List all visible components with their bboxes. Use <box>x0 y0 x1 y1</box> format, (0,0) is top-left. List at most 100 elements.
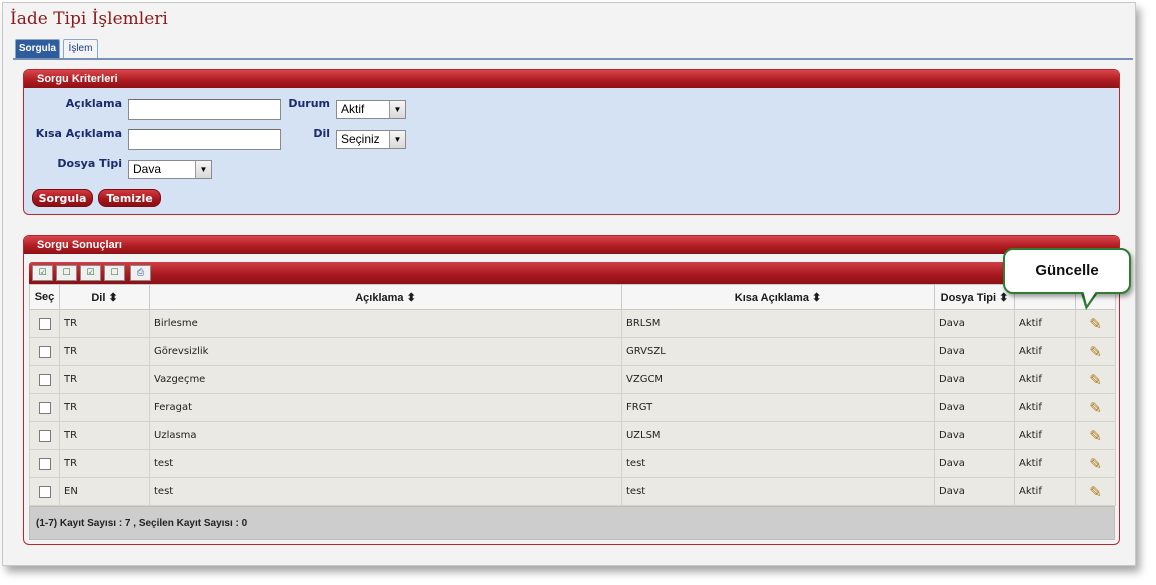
cell-durum: Aktif <box>1014 337 1076 366</box>
col-header-aciklama[interactable]: Açıklama ⬍ <box>149 284 622 310</box>
table-row[interactable]: TR Vazgeçme VZGCM Dava Aktif ✎ <box>29 365 1116 394</box>
cell-aciklama: Birlesme <box>149 309 622 338</box>
sort-icon: ⬍ <box>812 291 822 304</box>
chevron-down-icon: ▼ <box>195 161 211 178</box>
kisa-aciklama-label: Kısa Açıklama <box>35 127 122 140</box>
cell-kisa-aciklama: test <box>621 449 935 478</box>
pencil-edit-icon[interactable]: ✎ <box>1089 343 1102 361</box>
edit-cell: ✎ <box>1075 477 1116 506</box>
cell-kisa-aciklama: BRLSM <box>621 309 935 338</box>
pencil-edit-icon[interactable]: ✎ <box>1089 483 1102 501</box>
page-title: İade Tipi İşlemleri <box>10 9 168 29</box>
row-checkbox[interactable] <box>38 401 51 414</box>
row-checkbox-cell <box>29 421 60 450</box>
clear-selection-icon[interactable]: ☐ <box>104 265 125 281</box>
cell-durum: Aktif <box>1014 365 1076 394</box>
row-checkbox[interactable] <box>38 317 51 330</box>
table-row[interactable]: EN test test Dava Aktif ✎ <box>29 477 1116 506</box>
temizle-button[interactable]: Temizle <box>98 189 161 207</box>
table-row[interactable]: TR Birlesme BRLSM Dava Aktif ✎ <box>29 309 1116 338</box>
sorgula-button[interactable]: Sorgula <box>32 189 93 207</box>
table-header-row: Seç Dil ⬍ Açıklama ⬍ Kısa Açıklama ⬍ Dos… <box>29 284 1116 310</box>
edit-cell: ✎ <box>1075 337 1116 366</box>
cell-aciklama: test <box>149 477 622 506</box>
table-row[interactable]: TR test test Dava Aktif ✎ <box>29 449 1116 478</box>
cell-kisa-aciklama: test <box>621 477 935 506</box>
sort-icon: ⬍ <box>108 291 118 304</box>
select-all-icon[interactable]: ☑ <box>32 265 53 281</box>
durum-select[interactable]: Aktif ▼ <box>336 100 406 119</box>
cell-dosya-tipi: Dava <box>934 337 1015 366</box>
row-checkbox-cell <box>29 393 60 422</box>
cell-kisa-aciklama: UZLSM <box>621 421 935 450</box>
tab-islem[interactable]: İşlem <box>63 39 98 58</box>
pencil-edit-icon[interactable]: ✎ <box>1089 455 1102 473</box>
edit-cell: ✎ <box>1075 365 1116 394</box>
cell-kisa-aciklama: VZGCM <box>621 365 935 394</box>
results-panel-title: Sorgu Sonuçları <box>24 236 1119 254</box>
cell-dil: TR <box>59 421 150 450</box>
cell-dosya-tipi: Dava <box>934 309 1015 338</box>
cell-dil: TR <box>59 309 150 338</box>
sort-icon: ⬍ <box>406 291 416 304</box>
row-checkbox[interactable] <box>38 373 51 386</box>
callout-tail-inner <box>1083 290 1097 305</box>
cell-dil: EN <box>59 477 150 506</box>
chevron-down-icon: ▼ <box>389 131 405 148</box>
select-page-icon[interactable]: ☑ <box>80 265 101 281</box>
criteria-panel: Sorgu Kriterleri Açıklama Kısa Açıklama … <box>23 69 1120 215</box>
cell-dosya-tipi: Dava <box>934 421 1015 450</box>
row-checkbox-cell <box>29 477 60 506</box>
cell-kisa-aciklama: FRGT <box>621 393 935 422</box>
kisa-aciklama-input[interactable] <box>128 129 281 150</box>
results-panel: Sorgu Sonuçları ☑ ☐ ☑ ☐ ⎙ Seç Dil ⬍ Açık… <box>23 235 1120 545</box>
cell-aciklama: Uzlasma <box>149 421 622 450</box>
dosya-tipi-value: Dava <box>133 162 162 176</box>
pencil-edit-icon[interactable]: ✎ <box>1089 371 1102 389</box>
row-checkbox-cell <box>29 337 60 366</box>
deselect-all-icon[interactable]: ☐ <box>56 265 77 281</box>
row-checkbox-cell <box>29 449 60 478</box>
cell-aciklama: Vazgeçme <box>149 365 622 394</box>
tab-sorgula[interactable]: Sorgula <box>15 39 60 58</box>
criteria-panel-title: Sorgu Kriterleri <box>24 70 1119 88</box>
pencil-edit-icon[interactable]: ✎ <box>1089 315 1102 333</box>
row-checkbox-cell <box>29 309 60 338</box>
row-checkbox[interactable] <box>38 457 51 470</box>
results-toolbar: ☑ ☐ ☑ ☐ ⎙ <box>29 262 1115 284</box>
cell-aciklama: Görevsizlik <box>149 337 622 366</box>
results-table: Seç Dil ⬍ Açıklama ⬍ Kısa Açıklama ⬍ Dos… <box>29 284 1116 506</box>
col-header-sec: Seç <box>29 284 60 310</box>
cell-kisa-aciklama: GRVSZL <box>621 337 935 366</box>
cell-dil: TR <box>59 449 150 478</box>
row-checkbox[interactable] <box>38 485 51 498</box>
aciklama-input[interactable] <box>128 99 281 120</box>
cell-aciklama: Feragat <box>149 393 622 422</box>
dil-select[interactable]: Seçiniz ▼ <box>336 130 406 149</box>
sort-icon: ⬍ <box>999 291 1009 304</box>
cell-dosya-tipi: Dava <box>934 449 1015 478</box>
durum-label: Durum <box>288 97 330 110</box>
cell-dil: TR <box>59 365 150 394</box>
dosya-tipi-select[interactable]: Dava ▼ <box>128 160 212 179</box>
row-checkbox[interactable] <box>38 429 51 442</box>
col-header-dosya-tipi[interactable]: Dosya Tipi ⬍ <box>934 284 1015 310</box>
cell-aciklama: test <box>149 449 622 478</box>
cell-durum: Aktif <box>1014 449 1076 478</box>
export-icon[interactable]: ⎙ <box>130 265 151 281</box>
col-header-dil[interactable]: Dil ⬍ <box>59 284 150 310</box>
row-checkbox[interactable] <box>38 345 51 358</box>
table-row[interactable]: TR Feragat FRGT Dava Aktif ✎ <box>29 393 1116 422</box>
col-header-kisa-aciklama[interactable]: Kısa Açıklama ⬍ <box>621 284 935 310</box>
table-row[interactable]: TR Görevsizlik GRVSZL Dava Aktif ✎ <box>29 337 1116 366</box>
results-footer: (1-7) Kayıt Sayısı : 7 , Seçilen Kayıt S… <box>29 506 1115 540</box>
dil-label: Dil <box>313 127 330 140</box>
edit-cell: ✎ <box>1075 421 1116 450</box>
edit-cell: ✎ <box>1075 393 1116 422</box>
table-row[interactable]: TR Uzlasma UZLSM Dava Aktif ✎ <box>29 421 1116 450</box>
cell-dosya-tipi: Dava <box>934 365 1015 394</box>
edit-cell: ✎ <box>1075 449 1116 478</box>
pencil-edit-icon[interactable]: ✎ <box>1089 399 1102 417</box>
aciklama-label: Açıklama <box>65 97 122 110</box>
pencil-edit-icon[interactable]: ✎ <box>1089 427 1102 445</box>
